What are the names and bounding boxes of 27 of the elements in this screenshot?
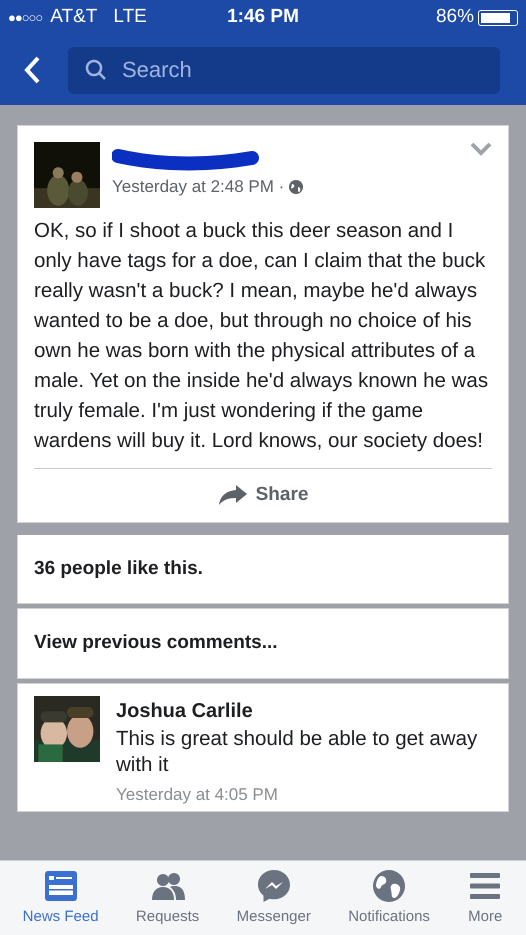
comment-author[interactable]: Joshua Carlile xyxy=(116,696,492,726)
back-button[interactable] xyxy=(24,56,40,84)
search-field[interactable]: Search xyxy=(68,46,500,94)
chat-bubble-icon xyxy=(256,868,292,904)
carrier-name: AT&T xyxy=(50,5,98,30)
post-timestamp: Yesterday at 2:48 PM · xyxy=(112,176,284,198)
tab[interactable]: Messenger xyxy=(236,868,311,928)
globe-icon xyxy=(371,868,408,904)
view-previous-comments-link[interactable]: View previous comments... xyxy=(34,632,278,653)
signal-strength: ●●○○○ xyxy=(8,8,42,27)
search-icon xyxy=(84,58,108,82)
battery-icon xyxy=(478,10,518,26)
clock-time: 1:46 PM xyxy=(227,5,299,30)
tab[interactable]: More xyxy=(467,868,504,928)
comment-timestamp: Yesterday at 4:05 PM xyxy=(116,784,279,806)
comment-text: This is great should be able to get away with it xyxy=(116,726,478,778)
tab[interactable]: Requests xyxy=(136,868,200,928)
network-type: LTE xyxy=(113,5,147,30)
likes-count[interactable]: 36 people like this. xyxy=(34,558,203,578)
back-chevron-icon xyxy=(24,56,40,84)
battery-percentage: 86% xyxy=(436,5,474,30)
tab[interactable]: News Feed xyxy=(22,868,99,928)
globe-icon xyxy=(288,178,304,195)
tab[interactable]: Notifications xyxy=(348,868,430,928)
post-text: OK, so if I shoot a buck this deer season and I only have tags for a doe, can I claim that the buck really wasn't a buck? I mean, maybe he'd always wanted to be a doe, but through no choice of his own he was born with the physical attributes of a male. Yet on the inside he'd always known he was truly female. I'm just wondering if the game wardens will buy it. Lord knows, our society does! xyxy=(33,218,490,454)
share-button[interactable]: Share xyxy=(218,469,308,522)
share-arrow-icon xyxy=(218,484,248,506)
